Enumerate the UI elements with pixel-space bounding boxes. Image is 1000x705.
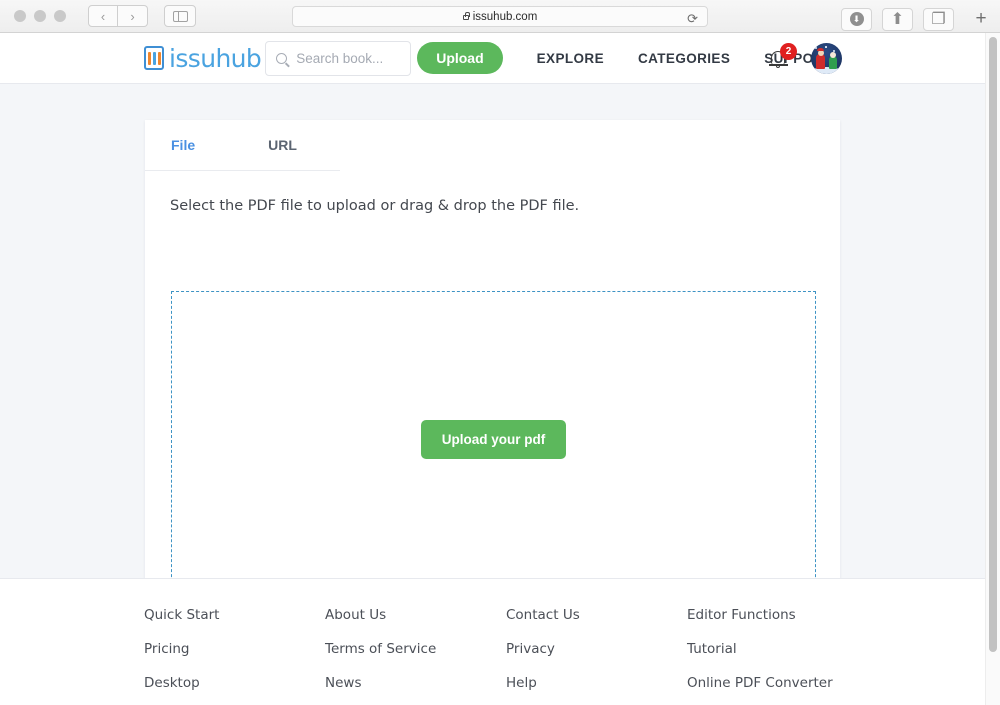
site-logo[interactable]: issuhub	[144, 43, 262, 73]
content-area: File URL Select the PDF file to upload o…	[0, 84, 1000, 611]
upload-your-pdf-button[interactable]: Upload your pdf	[420, 419, 567, 459]
lock-icon	[462, 11, 470, 20]
footer-link-about-us[interactable]: About Us	[325, 607, 506, 623]
back-button[interactable]: ‹	[88, 5, 118, 27]
window-traffic-lights[interactable]	[14, 10, 66, 22]
download-icon: ⬇	[849, 12, 864, 26]
notifications-button[interactable]: 2	[768, 42, 797, 71]
tab-overview-button[interactable]: ❐	[923, 7, 954, 31]
reload-icon[interactable]: ⟳	[687, 11, 698, 27]
page-scrollbar[interactable]	[985, 33, 1000, 705]
chevron-left-icon: ‹	[100, 8, 106, 24]
footer-link-contact-us[interactable]: Contact Us	[506, 607, 687, 623]
footer-column: About Us Terms of Service News	[325, 607, 506, 705]
share-button[interactable]: ⬆	[882, 7, 913, 31]
footer-link-privacy[interactable]: Privacy	[506, 641, 687, 657]
maximize-window-button[interactable]	[54, 10, 66, 22]
search-box[interactable]	[265, 40, 412, 76]
santa-figure-icon	[816, 48, 825, 69]
tabs-icon: ❐	[931, 11, 946, 28]
nav-item-categories[interactable]: CATEGORIES	[638, 51, 730, 66]
sidebar-toggle-button[interactable]	[164, 5, 196, 27]
chevron-right-icon: ›	[130, 8, 135, 24]
footer-link-terms-of-service[interactable]: Terms of Service	[325, 641, 506, 657]
address-bar[interactable]: issuhub.com ⟳	[292, 6, 708, 27]
address-bar-text: issuhub.com	[472, 10, 538, 23]
search-icon	[276, 52, 288, 64]
share-icon: ⬆	[890, 11, 905, 28]
forward-button[interactable]: ›	[118, 5, 148, 27]
footer-column: Contact Us Privacy Help	[506, 607, 687, 705]
footer-link-desktop[interactable]: Desktop	[144, 675, 325, 691]
file-dropzone[interactable]: Upload your pdf	[171, 291, 816, 587]
bell-clapper-icon	[776, 64, 780, 68]
footer-link-pricing[interactable]: Pricing	[144, 641, 325, 657]
site-header: issuhub Upload EXPLORE CATEGORIES SUPPOR…	[0, 33, 1000, 84]
scrollbar-thumb[interactable]	[989, 37, 997, 652]
upload-hint-text: Select the PDF file to upload or drag & …	[170, 198, 580, 214]
footer-link-help[interactable]: Help	[506, 675, 687, 691]
close-window-button[interactable]	[14, 10, 26, 22]
footer-column: Quick Start Pricing Desktop	[144, 607, 325, 705]
logo-text: issuhub	[169, 43, 262, 73]
site-footer: Quick Start Pricing Desktop About Us Ter…	[0, 578, 1000, 705]
footer-column: Editor Functions Tutorial Online PDF Con…	[687, 607, 833, 705]
upload-card: File URL Select the PDF file to upload o…	[145, 120, 840, 600]
issuhub-logo-icon	[144, 46, 164, 70]
new-tab-button[interactable]: +	[964, 5, 998, 33]
upload-source-tabs: File URL	[145, 120, 340, 171]
avatar-snow-dot	[825, 46, 827, 48]
footer-link-editor-functions[interactable]: Editor Functions	[687, 607, 833, 623]
browser-toolbar: ‹ › issuhub.com ⟳ ⬇ ⬆ ❐ +	[0, 0, 1000, 33]
browser-right-controls: ⬇ ⬆ ❐ +	[841, 5, 1000, 33]
tab-url[interactable]: URL	[268, 137, 297, 153]
footer-link-news[interactable]: News	[325, 675, 506, 691]
footer-link-online-pdf-converter[interactable]: Online PDF Converter	[687, 675, 833, 691]
notification-badge: 2	[780, 42, 797, 60]
downloads-button[interactable]: ⬇	[841, 7, 872, 31]
avatar[interactable]	[811, 43, 842, 74]
footer-link-quick-start[interactable]: Quick Start	[144, 607, 325, 623]
navigation-buttons[interactable]: ‹ ›	[88, 5, 148, 27]
search-input[interactable]	[296, 50, 397, 66]
page-viewport: issuhub Upload EXPLORE CATEGORIES SUPPOR…	[0, 33, 1000, 705]
footer-link-tutorial[interactable]: Tutorial	[687, 641, 833, 657]
tab-file[interactable]: File	[171, 137, 195, 153]
plus-icon: +	[975, 8, 987, 29]
elf-figure-icon	[829, 52, 837, 69]
sidebar-icon	[172, 10, 188, 22]
minimize-window-button[interactable]	[34, 10, 46, 22]
nav-item-explore[interactable]: EXPLORE	[537, 51, 604, 66]
upload-button[interactable]: Upload	[417, 42, 503, 74]
header-right-controls: 2	[768, 33, 842, 84]
